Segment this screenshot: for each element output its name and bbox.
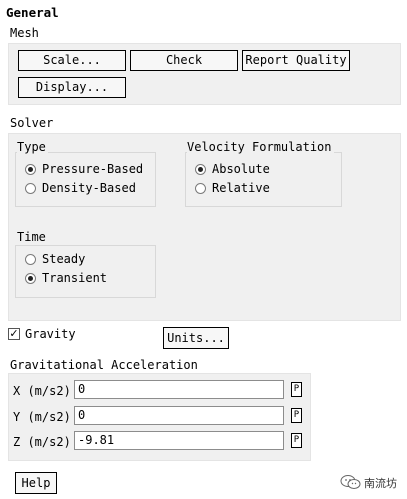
report-quality-button[interactable]: Report Quality — [242, 50, 350, 71]
z-accel-input[interactable]: -9.81 — [74, 431, 284, 450]
pressure-based-radio[interactable] — [25, 164, 36, 175]
panel-title: General — [6, 5, 59, 20]
z-parameter-button[interactable]: P — [291, 433, 302, 448]
y-parameter-button[interactable]: P — [291, 408, 302, 423]
transient-label[interactable]: Transient — [42, 271, 107, 285]
relative-label[interactable]: Relative — [212, 181, 270, 195]
mesh-group-label: Mesh — [10, 26, 39, 40]
display-button[interactable]: Display... — [18, 77, 126, 98]
density-based-label[interactable]: Density-Based — [42, 181, 136, 195]
velocity-formulation-label: Velocity Formulation — [187, 140, 334, 154]
type-group — [15, 152, 156, 207]
density-based-radio[interactable] — [25, 183, 36, 194]
steady-label[interactable]: Steady — [42, 252, 85, 266]
x-accel-input[interactable]: 0 — [74, 380, 284, 399]
y-accel-input[interactable]: 0 — [74, 406, 284, 425]
help-button[interactable]: Help — [15, 472, 57, 494]
x-parameter-button[interactable]: P — [291, 382, 302, 397]
absolute-radio[interactable] — [195, 164, 206, 175]
grav-accel-label: Gravitational Acceleration — [10, 358, 198, 372]
scale-button[interactable]: Scale... — [18, 50, 126, 71]
type-group-label: Type — [17, 140, 48, 154]
relative-radio[interactable] — [195, 183, 206, 194]
watermark-text: 南流坊 — [364, 477, 397, 490]
gravity-checkbox[interactable]: ✓ — [8, 328, 20, 340]
absolute-label[interactable]: Absolute — [212, 162, 270, 176]
transient-radio[interactable] — [25, 273, 36, 284]
pressure-based-label[interactable]: Pressure-Based — [42, 162, 143, 176]
wechat-icon — [340, 475, 361, 489]
solver-group-label: Solver — [10, 116, 54, 130]
z-accel-label: Z (m/s2) — [13, 435, 71, 449]
steady-radio[interactable] — [25, 254, 36, 265]
x-accel-label: X (m/s2) — [13, 384, 71, 398]
velocity-formulation-group — [185, 152, 342, 207]
units-button[interactable]: Units... — [163, 327, 229, 349]
y-accel-label: Y (m/s2) — [13, 410, 71, 424]
gravity-label[interactable]: Gravity — [25, 327, 76, 341]
time-group-label: Time — [17, 230, 48, 244]
check-button[interactable]: Check — [130, 50, 238, 71]
